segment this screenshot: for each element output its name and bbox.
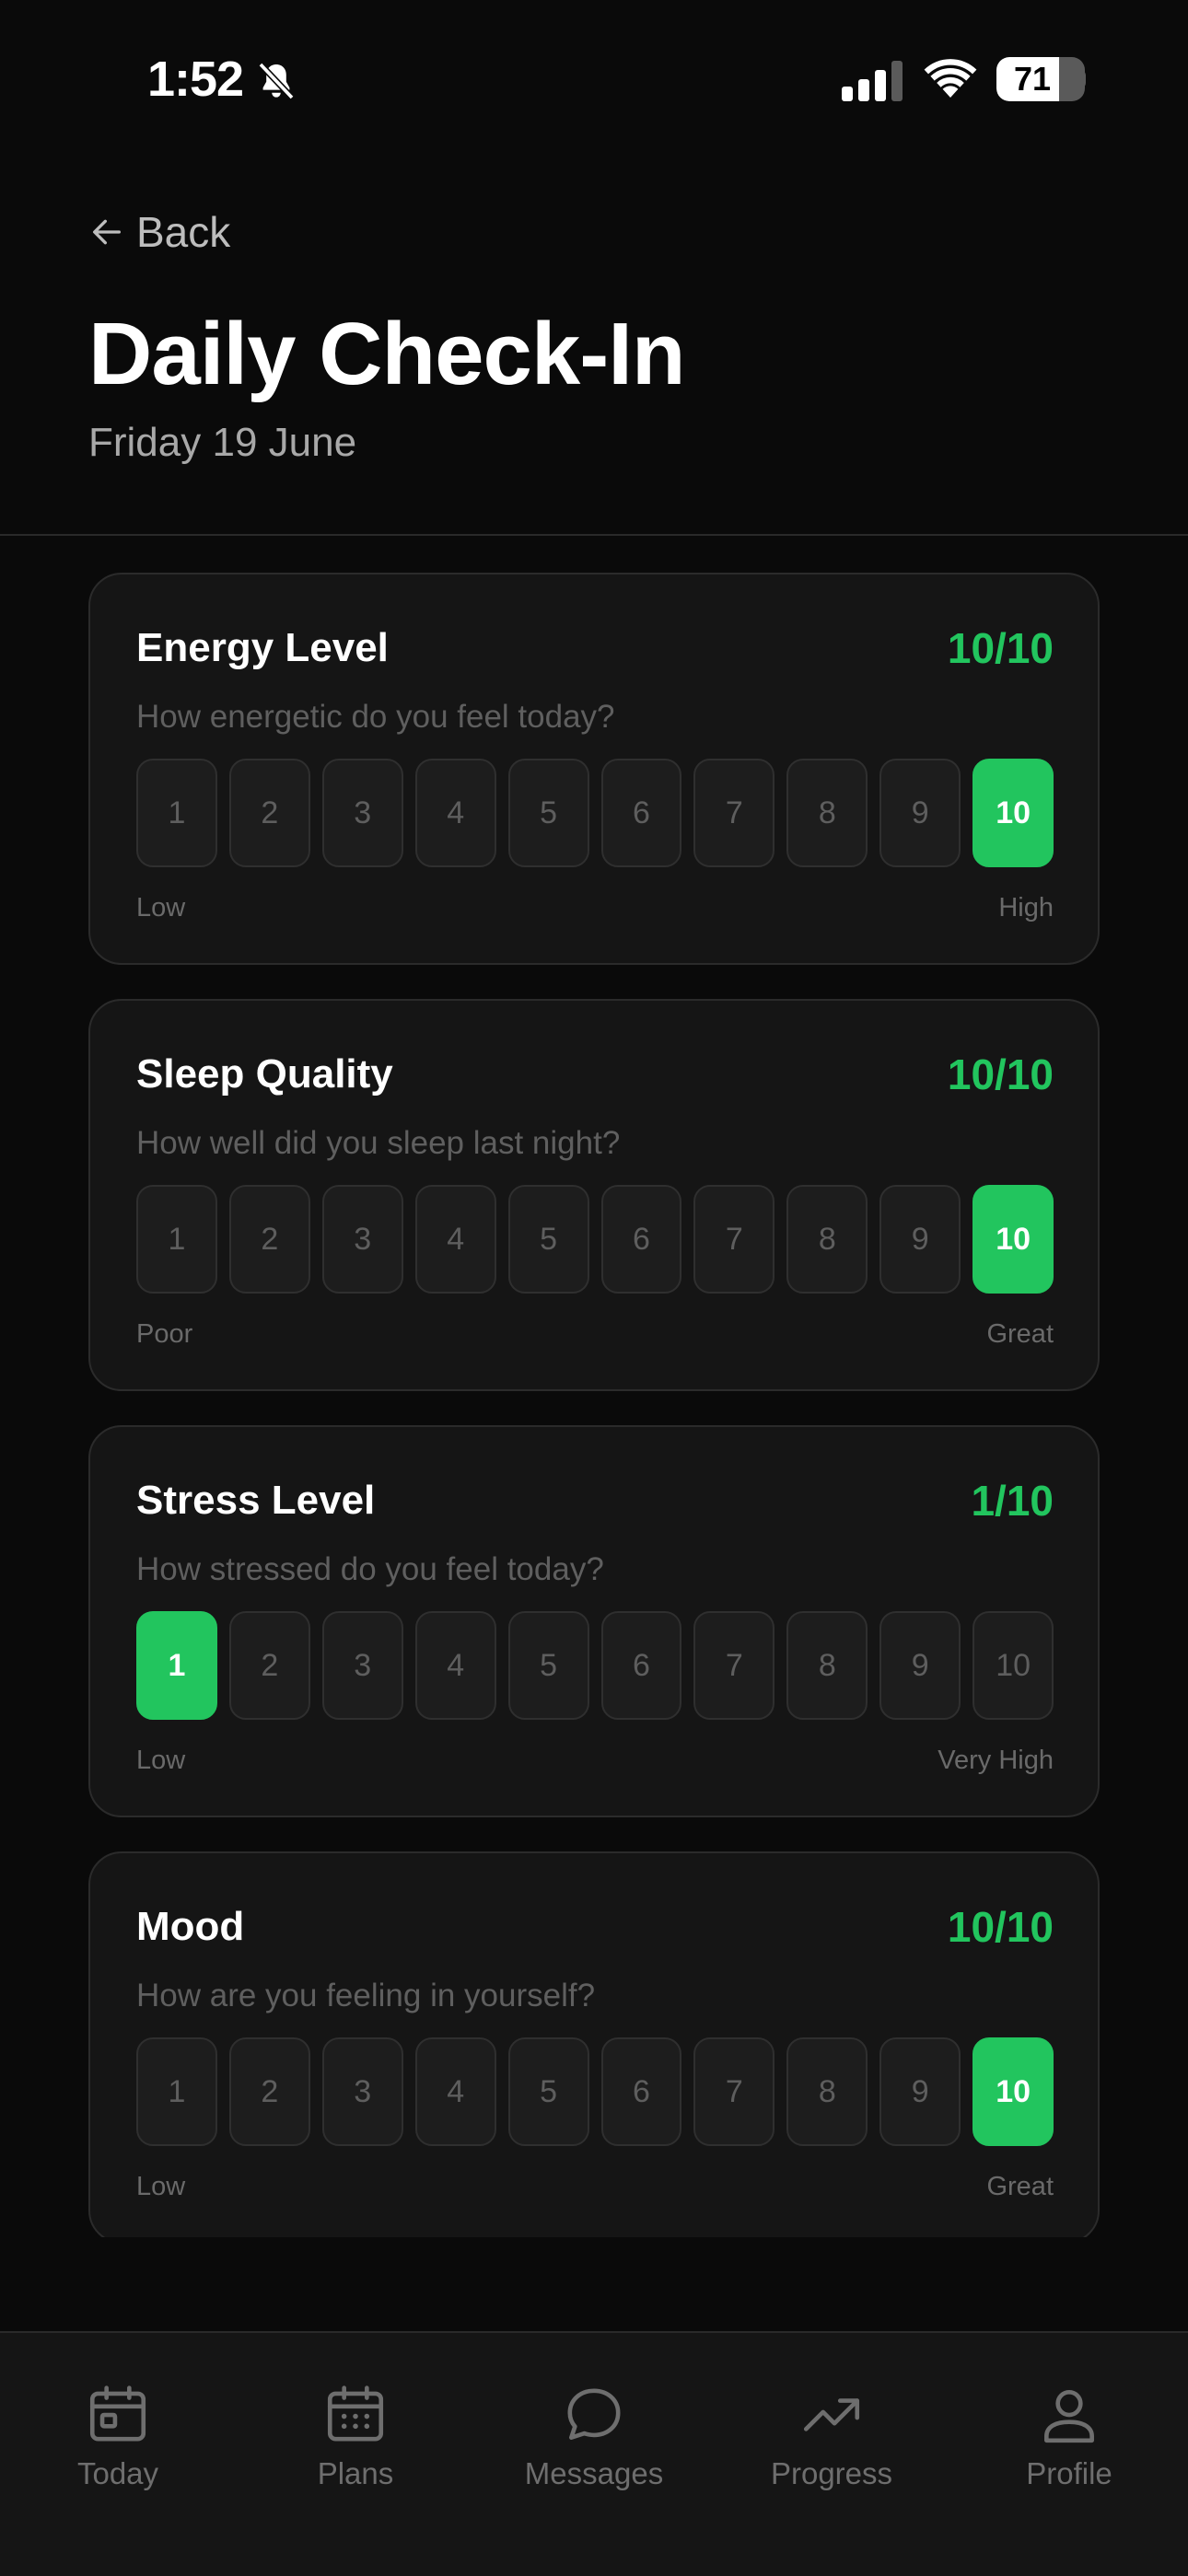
- card-title: Energy Level: [136, 625, 389, 670]
- battery-indicator: 71: [996, 57, 1085, 101]
- status-time: 1:52: [147, 52, 244, 107]
- calendar-grid-icon: [327, 2385, 384, 2442]
- rating-option-2[interactable]: 2: [228, 1185, 310, 1294]
- rating-option-8[interactable]: 8: [786, 1611, 868, 1720]
- tab-profile[interactable]: Profile: [968, 2381, 1171, 2491]
- rating-option-1[interactable]: 1: [136, 1185, 217, 1294]
- rating-option-4[interactable]: 4: [414, 759, 496, 867]
- tab-label: Profile: [1026, 2456, 1112, 2490]
- rating-option-9[interactable]: 9: [879, 2037, 961, 2146]
- rating-option-4[interactable]: 4: [414, 1185, 496, 1294]
- rating-option-3[interactable]: 3: [321, 2037, 403, 2146]
- rating-option-5[interactable]: 5: [507, 759, 589, 867]
- scale-low-label: Poor: [136, 1319, 193, 1349]
- rating-option-3[interactable]: 3: [321, 1185, 403, 1294]
- card-score: 1/10: [971, 1477, 1054, 1525]
- rating-option-5[interactable]: 5: [507, 1611, 589, 1720]
- tab-progress[interactable]: Progress: [730, 2381, 933, 2491]
- scale-low-label: Low: [136, 893, 186, 922]
- rating-option-7[interactable]: 7: [693, 759, 775, 867]
- rating-option-7[interactable]: 7: [693, 2037, 775, 2146]
- energy-level-card: Energy Level 10/10 How energetic do you …: [88, 573, 1100, 965]
- rating-option-3[interactable]: 3: [321, 1611, 403, 1720]
- page-title: Daily Check-In: [88, 305, 686, 403]
- status-bar: 1:52 71: [0, 0, 1188, 157]
- rating-scale: 1 2 3 4 5 6 7 8 9 10: [136, 2037, 1054, 2146]
- card-question: How are you feeling in yourself?: [136, 1978, 596, 2013]
- rating-option-6[interactable]: 6: [600, 1185, 682, 1294]
- card-score: 10/10: [947, 1903, 1054, 1951]
- tab-label: Today: [76, 2456, 159, 2490]
- calendar-today-icon: [89, 2385, 146, 2442]
- rating-option-6[interactable]: 6: [600, 1611, 682, 1720]
- checkin-card-list: Energy Level 10/10 How energetic do you …: [88, 573, 1100, 2237]
- card-score: 10/10: [947, 1050, 1054, 1098]
- rating-option-2[interactable]: 2: [228, 759, 310, 867]
- scale-high-label: Very High: [938, 1746, 1054, 1775]
- rating-option-1[interactable]: 1: [136, 759, 217, 867]
- tab-today[interactable]: Today: [17, 2381, 219, 2491]
- card-title: Stress Level: [136, 1478, 376, 1523]
- rating-option-1[interactable]: 1: [136, 1611, 217, 1720]
- rating-scale: 1 2 3 4 5 6 7 8 9 10: [136, 759, 1054, 867]
- wifi-icon: [924, 59, 977, 98]
- tab-messages[interactable]: Messages: [493, 2381, 695, 2491]
- tab-label: Progress: [770, 2456, 893, 2490]
- rating-scale: 1 2 3 4 5 6 7 8 9 10: [136, 1611, 1054, 1720]
- battery-percent: 71: [1013, 60, 1052, 98]
- scale-low-label: Low: [136, 1746, 186, 1775]
- rating-option-10[interactable]: 10: [973, 759, 1054, 867]
- user-icon: [1044, 2390, 1094, 2443]
- rating-option-10[interactable]: 10: [973, 1611, 1054, 1720]
- battery-cap: [1078, 70, 1086, 88]
- arrow-left-icon: [93, 219, 121, 245]
- card-question: How stressed do you feel today?: [136, 1551, 604, 1587]
- scale-high-label: High: [998, 893, 1054, 922]
- tab-label: Messages: [524, 2456, 664, 2490]
- tab-label: Plans: [317, 2456, 394, 2490]
- rating-option-5[interactable]: 5: [507, 2037, 589, 2146]
- rating-option-1[interactable]: 1: [136, 2037, 217, 2146]
- rating-option-8[interactable]: 8: [786, 759, 868, 867]
- rating-option-6[interactable]: 6: [600, 759, 682, 867]
- scale-low-label: Low: [136, 2172, 186, 2201]
- rating-option-2[interactable]: 2: [228, 1611, 310, 1720]
- chat-bubble-icon: [567, 2388, 621, 2440]
- cellular-signal-icon: [842, 61, 903, 101]
- card-question: How energetic do you feel today?: [136, 699, 615, 735]
- rating-option-4[interactable]: 4: [414, 1611, 496, 1720]
- rating-option-9[interactable]: 9: [879, 759, 961, 867]
- bottom-tab-bar: Today Plans Messages Progress Profile: [0, 2331, 1188, 2576]
- card-question: How well did you sleep last night?: [136, 1125, 621, 1161]
- card-score: 10/10: [947, 624, 1054, 672]
- rating-option-10[interactable]: 10: [973, 2037, 1054, 2146]
- stress-level-card: Stress Level 1/10 How stressed do you fe…: [88, 1425, 1100, 1817]
- rating-option-9[interactable]: 9: [879, 1611, 961, 1720]
- mood-card: Mood 10/10 How are you feeling in yourse…: [88, 1851, 1100, 2237]
- bell-muted-icon: [258, 62, 295, 100]
- rating-option-7[interactable]: 7: [693, 1185, 775, 1294]
- scale-high-label: Great: [986, 2172, 1054, 2201]
- rating-option-10[interactable]: 10: [973, 1185, 1054, 1294]
- rating-option-7[interactable]: 7: [693, 1611, 775, 1720]
- scale-high-label: Great: [986, 1319, 1054, 1349]
- rating-option-4[interactable]: 4: [414, 2037, 496, 2146]
- rating-option-5[interactable]: 5: [507, 1185, 589, 1294]
- trending-up-icon: [803, 2398, 860, 2431]
- sleep-quality-card: Sleep Quality 10/10 How well did you sle…: [88, 999, 1100, 1391]
- rating-option-3[interactable]: 3: [321, 759, 403, 867]
- back-label: Back: [136, 208, 231, 256]
- card-title: Mood: [136, 1904, 245, 1949]
- card-title: Sleep Quality: [136, 1051, 393, 1097]
- rating-scale: 1 2 3 4 5 6 7 8 9 10: [136, 1185, 1054, 1294]
- header-divider: [0, 534, 1188, 536]
- rating-option-2[interactable]: 2: [228, 2037, 310, 2146]
- back-button[interactable]: Back: [88, 204, 230, 260]
- rating-option-9[interactable]: 9: [879, 1185, 961, 1294]
- rating-option-8[interactable]: 8: [786, 2037, 868, 2146]
- tab-plans[interactable]: Plans: [254, 2381, 457, 2491]
- rating-option-6[interactable]: 6: [600, 2037, 682, 2146]
- rating-option-8[interactable]: 8: [786, 1185, 868, 1294]
- page-date: Friday 19 June: [88, 420, 357, 465]
